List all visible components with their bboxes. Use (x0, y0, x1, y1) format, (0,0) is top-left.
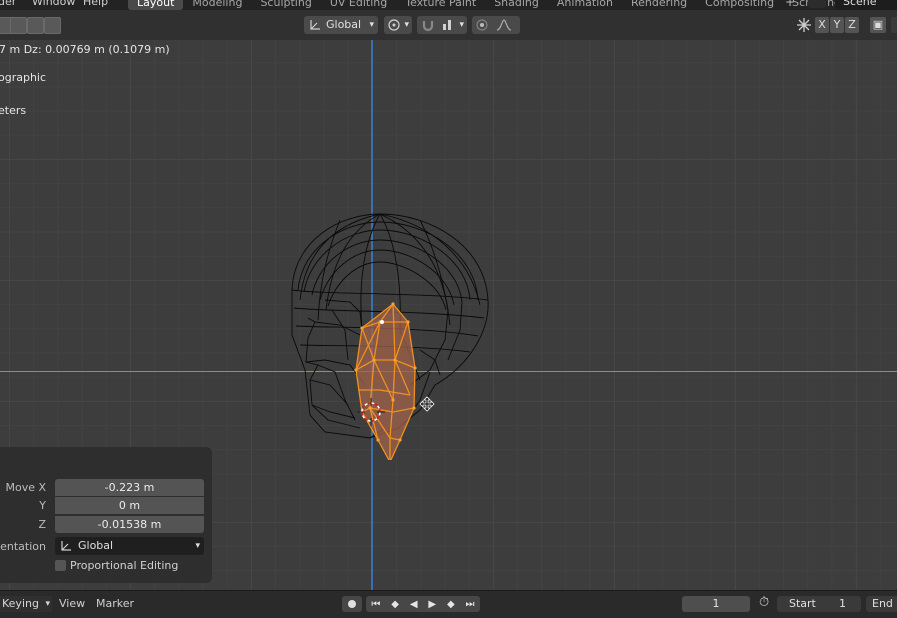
proportional-editing-icon (476, 19, 488, 31)
timeline-marker-menu[interactable]: Marker (96, 597, 134, 610)
tab-compositing[interactable]: Compositing (696, 0, 783, 10)
proportional-editing-checkbox[interactable] (55, 560, 66, 571)
menu-render[interactable]: der (0, 0, 16, 8)
mirror-z-button[interactable]: Z (845, 17, 859, 33)
transform-status-text: 7 m Dz: 0.00769 m (0.1079 m) (0, 43, 170, 56)
tab-uv-editing[interactable]: UV Editing (321, 0, 396, 10)
chevron-down-icon: ▾ (459, 20, 464, 30)
keying-menu[interactable]: Keying ▾ (0, 596, 52, 612)
play-reverse-icon[interactable]: ◀ (410, 599, 418, 610)
next-keyframe-icon[interactable]: ◆ (447, 599, 455, 610)
3d-viewport[interactable]: 7 m Dz: 0.00769 m (0.1079 m) ographic et… (0, 40, 897, 590)
move-z-field[interactable]: -0.01538 m (55, 516, 204, 533)
mirror-y-button[interactable]: Y (830, 17, 844, 33)
view-units-label: eters (0, 104, 27, 117)
chevron-down-icon: ▾ (369, 20, 374, 30)
menu-help[interactable]: Help (83, 0, 108, 8)
timeline-view-menu[interactable]: View (59, 597, 85, 610)
start-frame-field[interactable]: Start 1 (777, 596, 861, 612)
view-projection-label: ographic (0, 71, 47, 84)
tab-shading[interactable]: Shading (485, 0, 548, 10)
orientation-axes-icon (61, 541, 71, 551)
head-wireframe-mesh[interactable] (270, 200, 500, 460)
start-value: 1 (839, 597, 846, 610)
selected-faces (354, 302, 417, 460)
move-operator-panel: Move X -0.223 m Y 0 m Z -0.01538 m rient… (0, 447, 212, 583)
playback-controls: ⏮ ◆ ◀ ▶ ◆ ⏭ (366, 596, 480, 612)
move-cursor-icon (419, 396, 435, 412)
mirror-x-button[interactable]: X (815, 17, 829, 33)
jump-start-icon[interactable]: ⏮ (371, 599, 380, 610)
tab-animation[interactable]: Animation (548, 0, 622, 10)
select-extend-icon[interactable] (10, 17, 27, 34)
median-point (380, 320, 384, 324)
pivot-point-dropdown[interactable]: ▾ (384, 16, 412, 34)
keying-label: Keying (2, 597, 39, 610)
stopwatch-icon[interactable]: ⏱ (759, 595, 769, 610)
tab-rendering[interactable]: Rendering (622, 0, 696, 10)
orientation-value: Global (78, 539, 114, 552)
orientation-axes-icon (310, 20, 320, 30)
scene-selector-button[interactable] (808, 0, 826, 8)
top-menu-bar: der Window Help Layout Modeling Sculptin… (0, 0, 897, 10)
pivot-point-icon (388, 19, 400, 31)
move-y-field[interactable]: 0 m (55, 497, 204, 514)
chevron-down-icon: ▾ (195, 541, 200, 551)
transform-orientation-dropdown[interactable]: Global ▾ (304, 16, 378, 34)
move-z-label: Z (38, 518, 46, 531)
chevron-down-icon: ▾ (404, 20, 409, 30)
orientation-dropdown[interactable]: Global ▾ (55, 537, 204, 555)
viewport-header: Global ▾ ▾ ▾ X Y Z ▣ (0, 10, 897, 40)
start-label: Start (789, 597, 816, 610)
play-icon[interactable]: ▶ (428, 599, 436, 610)
record-button[interactable] (342, 596, 362, 612)
end-label: End (872, 597, 893, 610)
timeline-bar: Keying ▾ View Marker ⏮ ◆ ◀ ▶ ◆ ⏭ 1 ⏱ Sta… (0, 590, 897, 618)
proportional-editing-label: Proportional Editing (70, 559, 179, 572)
select-invert-icon[interactable] (44, 17, 61, 34)
snap-increment-icon (443, 20, 451, 30)
tab-modeling[interactable]: Modeling (183, 0, 251, 10)
scene-name-field[interactable]: Scene (835, 0, 897, 10)
add-workspace-button[interactable]: + (785, 0, 795, 9)
move-x-field[interactable]: -0.223 m (55, 479, 204, 496)
tab-sculpting[interactable]: Sculpting (251, 0, 320, 10)
jump-end-icon[interactable]: ⏭ (466, 599, 475, 610)
chevron-down-icon: ▾ (45, 599, 50, 609)
snapping-group[interactable]: ▾ (417, 16, 467, 34)
gizmo-axes-icon[interactable] (796, 17, 812, 33)
falloff-curve-icon (496, 19, 512, 31)
orientation-label: rientation (0, 540, 46, 553)
overlay-button[interactable] (891, 17, 897, 33)
move-x-label: Move X (5, 481, 46, 494)
orientation-label: Global (326, 18, 362, 31)
end-frame-field[interactable]: End (866, 596, 897, 612)
move-y-label: Y (39, 499, 46, 512)
menu-window[interactable]: Window (32, 0, 75, 8)
tab-layout[interactable]: Layout (128, 0, 184, 10)
proportional-editing-group[interactable] (472, 16, 520, 34)
current-frame-field[interactable]: 1 (682, 596, 750, 612)
prev-keyframe-icon[interactable]: ◆ (391, 599, 399, 610)
select-subtract-icon[interactable] (27, 17, 44, 34)
tab-texture-paint[interactable]: Texture Paint (396, 0, 485, 10)
workspace-tabs: Layout Modeling Sculpting UV Editing Tex… (128, 0, 850, 10)
xray-toggle-button[interactable]: ▣ (870, 17, 886, 33)
magnet-icon (422, 21, 434, 32)
